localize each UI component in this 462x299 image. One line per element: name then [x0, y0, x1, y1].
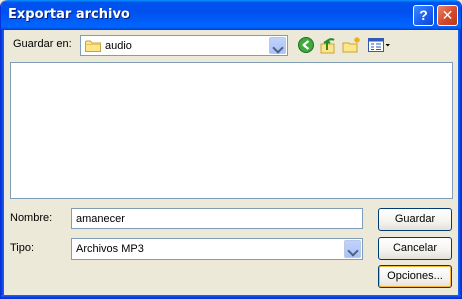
options-button[interactable]: Opciones... [378, 265, 452, 288]
cancel-button[interactable]: Cancelar [378, 237, 452, 260]
help-button[interactable]: ? [413, 5, 434, 26]
look-in-label: Guardar en: [13, 38, 72, 50]
file-name-input[interactable] [71, 208, 363, 229]
view-menu-icon[interactable] [367, 36, 391, 54]
file-type-dropdown[interactable]: Archivos MP3 [71, 238, 363, 260]
chevron-down-icon[interactable] [344, 240, 361, 258]
save-button[interactable]: Guardar [378, 208, 452, 231]
close-button[interactable]: ✕ [437, 5, 458, 26]
back-icon[interactable] [297, 36, 317, 54]
file-list[interactable] [10, 62, 453, 199]
window-title: Exportar archivo [8, 7, 130, 22]
title-bar[interactable]: Exportar archivo ? ✕ [1, 0, 461, 30]
window-border-right [458, 30, 461, 298]
look-in-value: audio [105, 40, 132, 52]
file-type-value: Archivos MP3 [76, 243, 144, 255]
file-name-label: Nombre: [10, 212, 53, 224]
window-border-left [1, 30, 4, 298]
file-type-label: Tipo: [10, 242, 35, 254]
up-folder-icon[interactable] [319, 36, 339, 54]
window-border-bottom [1, 295, 461, 298]
folder-icon [85, 40, 101, 52]
new-folder-icon[interactable] [342, 36, 362, 54]
export-dialog: Exportar archivo ? ✕ Guardar en: audio N… [0, 0, 462, 299]
chevron-down-icon[interactable] [269, 37, 286, 54]
look-in-dropdown[interactable]: audio [80, 35, 288, 56]
